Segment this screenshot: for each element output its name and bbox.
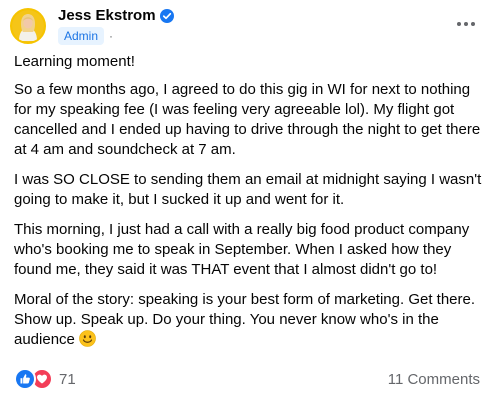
author-meta-row: Admin · [58,27,113,45]
post-paragraph-last: Moral of the story: speaking is your bes… [14,290,482,353]
post-header: Jess Ekstrom Admin · [8,4,484,48]
avatar-image [12,10,44,42]
author-name[interactable]: Jess Ekstrom [58,7,156,24]
post-footer: 71 11 Comments [14,367,480,391]
post-paragraph: So a few months ago, I agreed to do this… [14,81,481,158]
avatar[interactable] [10,8,46,44]
reactions-summary[interactable]: 71 [14,368,76,390]
more-options-icon[interactable] [452,12,480,36]
post-paragraph: I was SO CLOSE to sending them an email … [14,171,482,208]
post-paragraph: This morning, I just had a call with a r… [14,221,470,278]
reaction-count[interactable]: 71 [59,371,76,388]
role-badge[interactable]: Admin [58,27,105,45]
verified-badge-icon [159,8,174,23]
smiling-face-emoji-icon [79,330,96,353]
post-paragraph: Learning moment! [14,53,135,70]
author-name-row: Jess Ekstrom [58,7,174,24]
post-body: Learning moment! So a few months ago, I … [14,52,482,363]
meta-separator: · [109,29,114,43]
comments-count-link[interactable]: 11 Comments [388,371,480,388]
like-icon [14,368,36,390]
